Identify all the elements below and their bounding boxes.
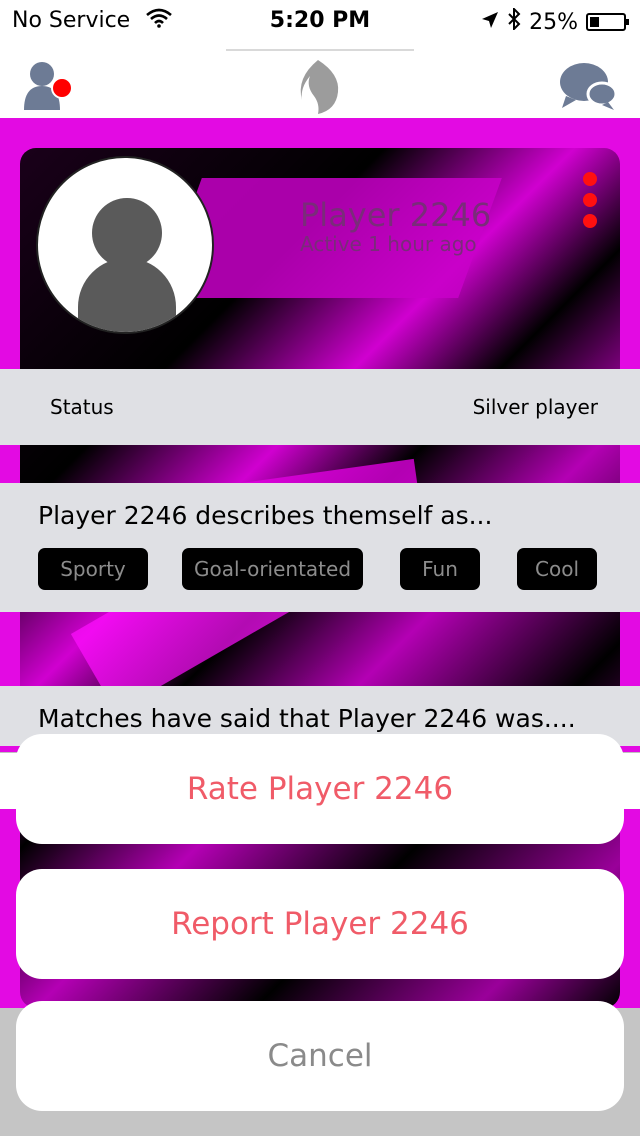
chat-icon[interactable]: [558, 60, 618, 112]
bluetooth-icon: [507, 6, 521, 36]
nav-bar: [0, 40, 640, 118]
tag-sporty: Sporty: [38, 548, 148, 590]
status-value: Silver player: [472, 395, 598, 419]
tag-fun: Fun: [400, 548, 480, 590]
location-arrow-icon: [481, 10, 499, 35]
cancel-button[interactable]: Cancel: [16, 1001, 624, 1111]
status-label: Status: [50, 395, 114, 419]
player-name: Player 2246: [300, 196, 492, 234]
matches-heading: Matches have said that Player 2246 was..…: [38, 704, 576, 733]
report-player-button[interactable]: Report Player 2246: [16, 869, 624, 979]
avatar[interactable]: [36, 156, 214, 334]
status-bar: No Service 5:20 PM 25%: [0, 0, 640, 40]
flame-icon[interactable]: [296, 58, 340, 116]
describes-heading: Player 2246 describes themself as...: [38, 501, 493, 530]
battery-icon: [586, 13, 629, 31]
tag-goal-orientated: Goal-orientated: [182, 548, 363, 590]
tag-cool: Cool: [517, 548, 597, 590]
battery-percent: 25%: [529, 9, 578, 35]
profile-icon[interactable]: [22, 60, 74, 112]
status-row: Status Silver player: [0, 369, 640, 445]
nav-indicator: [226, 49, 414, 51]
rate-player-button[interactable]: Rate Player 2246: [16, 734, 624, 844]
last-active: Active 1 hour ago: [300, 232, 477, 256]
more-options-icon[interactable]: [578, 168, 602, 232]
describes-section: Player 2246 describes themself as... Spo…: [0, 483, 640, 612]
